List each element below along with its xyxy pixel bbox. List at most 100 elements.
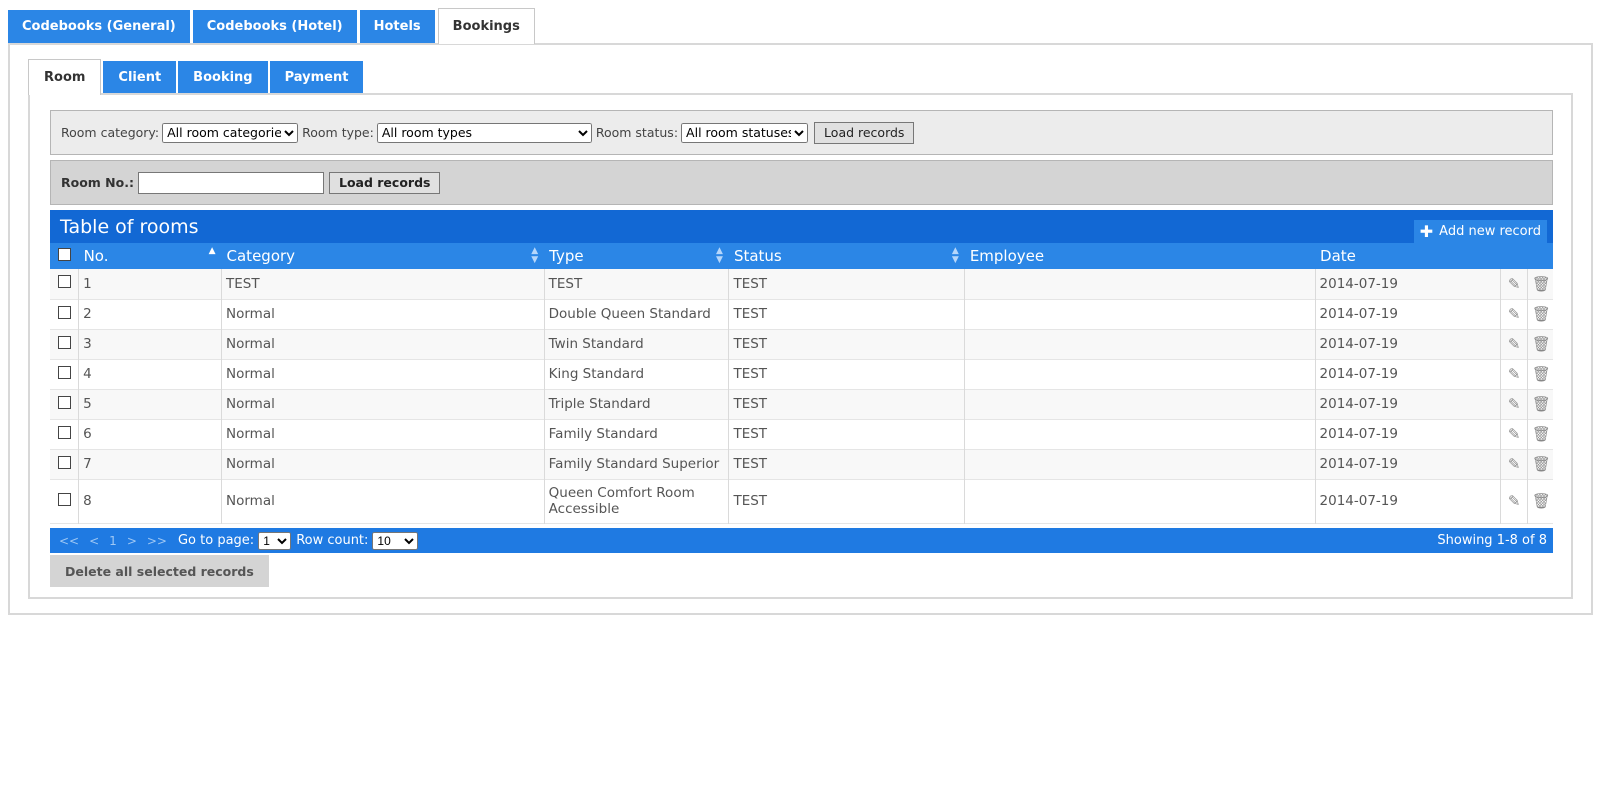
- row-checkbox[interactable]: [57, 335, 71, 349]
- edit-icon[interactable]: ✎: [1500, 479, 1528, 523]
- edit-icon[interactable]: ✎: [1500, 449, 1528, 479]
- cell-no: 4: [78, 359, 222, 389]
- filter-bar: Room category: All room categories Room …: [50, 110, 1553, 155]
- edit-icon[interactable]: ✎: [1500, 269, 1528, 299]
- first-page-button[interactable]: <<: [54, 534, 84, 548]
- cell-status: TEST: [728, 389, 965, 419]
- row-select-cell: [50, 359, 79, 389]
- col-category[interactable]: Category ▲ ▼: [222, 243, 545, 269]
- tab-payment[interactable]: Payment: [269, 61, 364, 94]
- cell-date: 2014-07-19: [1314, 449, 1501, 479]
- cell-employee: [964, 419, 1316, 449]
- col-no[interactable]: No. ▲: [79, 243, 222, 269]
- cell-no: 8: [78, 479, 222, 523]
- last-page-button[interactable]: >>: [142, 534, 172, 548]
- table-row: 5 Normal Triple Standard TEST 2014-07-19…: [50, 389, 1553, 419]
- cell-type: Triple Standard: [543, 389, 729, 419]
- col-edit: [1501, 243, 1528, 269]
- load-records-by-number-button[interactable]: Load records: [328, 171, 441, 194]
- col-employee: Employee: [965, 243, 1315, 269]
- row-checkbox[interactable]: [57, 275, 71, 289]
- trash-icon[interactable]: 🗑: [1526, 329, 1553, 359]
- table-row: 4 Normal King Standard TEST 2014-07-19 ✎…: [50, 359, 1553, 389]
- edit-icon[interactable]: ✎: [1500, 419, 1528, 449]
- cell-date: 2014-07-19: [1314, 389, 1501, 419]
- cell-category: Normal: [221, 299, 545, 329]
- load-records-button[interactable]: Load records: [814, 121, 915, 144]
- room-no-label: Room No.:: [61, 175, 134, 190]
- row-checkbox[interactable]: [57, 425, 71, 439]
- table-row: 7 Normal Family Standard Superior TEST 2…: [50, 449, 1553, 479]
- tab-booking[interactable]: Booking: [178, 61, 268, 94]
- cell-employee: [964, 359, 1316, 389]
- cell-category: TEST: [221, 269, 545, 299]
- col-type-label: Type: [549, 247, 584, 265]
- cell-employee: [964, 269, 1316, 299]
- main-tabs: Codebooks (General) Codebooks (Hotel) Ho…: [8, 8, 538, 44]
- col-date-label: Date: [1320, 247, 1356, 265]
- goto-page-select[interactable]: 1: [258, 531, 292, 550]
- room-category-select[interactable]: All room categories: [162, 122, 299, 143]
- row-select-cell: [50, 479, 79, 523]
- table-row: 8 Normal Queen Comfort Room Accessible T…: [50, 479, 1553, 523]
- col-type[interactable]: Type ▲ ▼: [544, 243, 729, 269]
- tab-hotels[interactable]: Hotels: [359, 10, 435, 43]
- room-type-label: Room type:: [302, 125, 374, 140]
- room-no-input[interactable]: [137, 171, 324, 194]
- tab-codebooks-general[interactable]: Codebooks (General): [8, 10, 190, 43]
- cell-employee: [964, 479, 1316, 523]
- table-body: 1 TEST TEST TEST 2014-07-19 ✎ 🗑 2 Normal…: [50, 269, 1553, 523]
- select-all-checkbox[interactable]: [57, 248, 71, 261]
- edit-icon[interactable]: ✎: [1500, 359, 1528, 389]
- cell-employee: [964, 299, 1316, 329]
- tab-room[interactable]: Room: [28, 59, 102, 95]
- cell-category: Normal: [221, 419, 545, 449]
- trash-icon[interactable]: 🗑: [1526, 359, 1553, 389]
- trash-icon[interactable]: 🗑: [1526, 269, 1553, 299]
- add-new-record-button[interactable]: ✚ Add new record: [1413, 220, 1547, 243]
- row-checkbox[interactable]: [57, 395, 71, 409]
- cell-employee: [964, 329, 1316, 359]
- table-row: 3 Normal Twin Standard TEST 2014-07-19 ✎…: [50, 329, 1553, 359]
- cell-category: Normal: [221, 389, 545, 419]
- tab-bookings[interactable]: Bookings: [437, 8, 535, 44]
- prev-page-button[interactable]: <: [84, 534, 104, 548]
- cell-date: 2014-07-19: [1314, 479, 1501, 523]
- edit-icon[interactable]: ✎: [1500, 389, 1528, 419]
- row-checkbox[interactable]: [57, 492, 71, 506]
- cell-category: Normal: [221, 329, 545, 359]
- room-status-select[interactable]: All room statuses: [681, 122, 809, 143]
- row-checkbox[interactable]: [57, 305, 71, 319]
- cell-type: TEST: [543, 269, 729, 299]
- cell-category: Normal: [221, 359, 545, 389]
- edit-icon[interactable]: ✎: [1500, 299, 1528, 329]
- next-page-button[interactable]: >: [122, 534, 142, 548]
- trash-icon[interactable]: 🗑: [1526, 449, 1553, 479]
- cell-no: 3: [78, 329, 222, 359]
- delete-selected-button[interactable]: Delete all selected records: [50, 555, 269, 587]
- page-number-button[interactable]: 1: [104, 534, 122, 548]
- trash-icon[interactable]: 🗑: [1526, 389, 1553, 419]
- col-status[interactable]: Status ▲ ▼: [729, 243, 965, 269]
- cell-employee: [964, 449, 1316, 479]
- edit-icon[interactable]: ✎: [1500, 329, 1528, 359]
- sort-icon: ▲ ▼: [951, 246, 959, 265]
- tab-codebooks-hotel[interactable]: Codebooks (Hotel): [192, 10, 357, 43]
- row-count-select[interactable]: 10: [372, 531, 419, 550]
- tab-client[interactable]: Client: [103, 61, 177, 94]
- add-new-record-label: Add new record: [1439, 224, 1541, 239]
- trash-icon[interactable]: 🗑: [1526, 419, 1553, 449]
- row-checkbox[interactable]: [57, 455, 71, 469]
- room-type-select[interactable]: All room types: [376, 122, 592, 143]
- cell-status: TEST: [728, 479, 965, 523]
- row-select-cell: [50, 269, 79, 299]
- trash-icon[interactable]: 🗑: [1526, 299, 1553, 329]
- row-select-cell: [50, 389, 79, 419]
- trash-icon[interactable]: 🗑: [1526, 479, 1553, 523]
- cell-type: Double Queen Standard: [543, 299, 729, 329]
- goto-page-label: Go to page:: [177, 533, 255, 548]
- table-header-bar: Table of rooms ✚ Add new record: [50, 210, 1553, 243]
- rooms-table: No. ▲ Category ▲ ▼ Type ▲ ▼ Status ▲ ▼ Employee…: [50, 243, 1553, 524]
- row-checkbox[interactable]: [57, 365, 71, 379]
- table-row: 2 Normal Double Queen Standard TEST 2014…: [50, 299, 1553, 329]
